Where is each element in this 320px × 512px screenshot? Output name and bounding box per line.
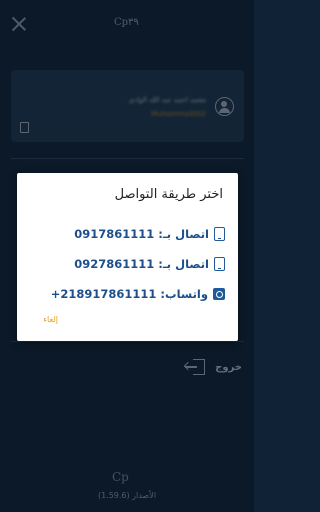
option-label: اتصال بـ: 0917861111 bbox=[74, 227, 209, 241]
phone-icon bbox=[214, 227, 225, 241]
option-label: واتساب: 218917861111+ bbox=[50, 287, 208, 301]
call-option-1[interactable]: اتصال بـ: 0917861111 bbox=[74, 225, 225, 243]
cancel-button[interactable]: إلغاء bbox=[43, 315, 58, 324]
dialog-title: اختر طريقة التواصل bbox=[114, 187, 223, 202]
call-option-2[interactable]: اتصال بـ: 0927861111 bbox=[74, 255, 225, 273]
contact-method-dialog: اختر طريقة التواصل اتصال بـ: 0917861111 … bbox=[17, 173, 238, 341]
whatsapp-option[interactable]: واتساب: 218917861111+ bbox=[51, 285, 225, 303]
phone-icon bbox=[214, 257, 225, 271]
option-label: اتصال بـ: 0927861111 bbox=[74, 257, 209, 271]
whatsapp-icon bbox=[213, 288, 225, 300]
